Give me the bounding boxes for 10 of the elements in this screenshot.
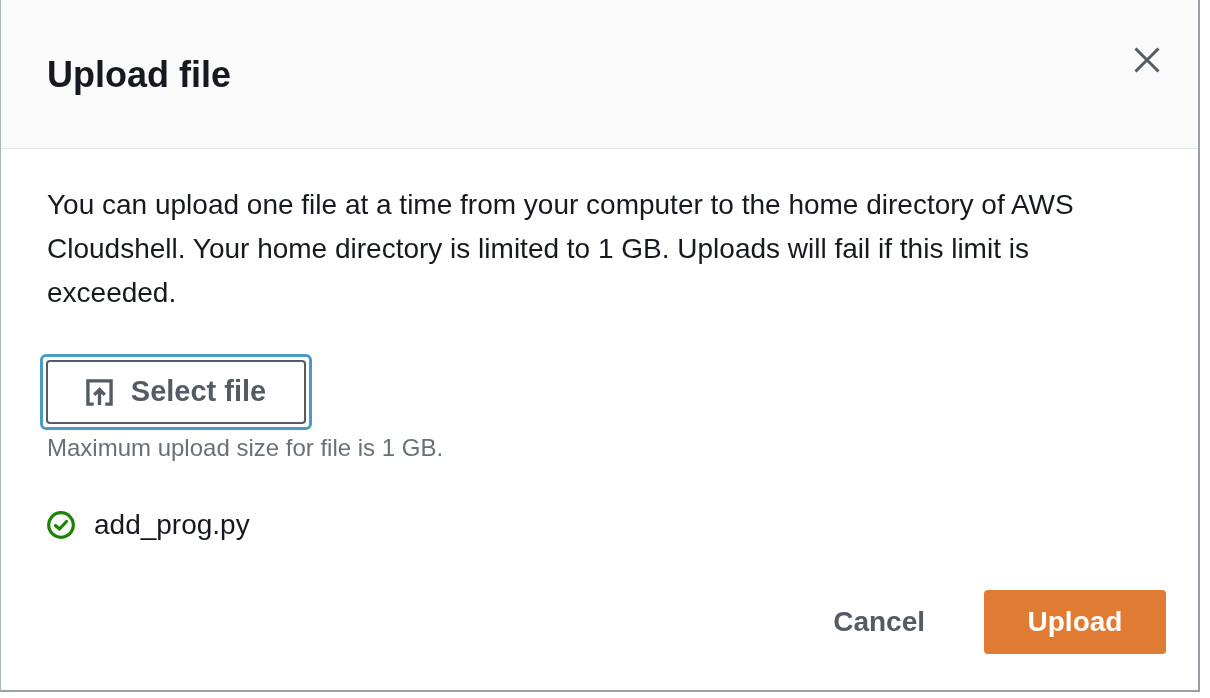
upload-icon — [85, 378, 113, 406]
file-name: add_prog.py — [94, 508, 250, 542]
dialog-title: Upload file — [47, 53, 231, 97]
close-button[interactable] — [1133, 46, 1161, 74]
close-icon — [1134, 47, 1160, 73]
select-file-button[interactable]: Select file — [46, 360, 306, 424]
check-circle-icon — [47, 511, 75, 539]
description-text: You can upload one file at a time from your computer to the home directory of AWS Cloudshell. Your home directory is limited to 1 GB. Uploads will fail if this limit is exceeded. — [47, 188, 1075, 310]
upload-hint: Maximum upload size for file is 1 GB. — [47, 433, 444, 463]
cancel-button[interactable]: Cancel — [819, 590, 939, 654]
